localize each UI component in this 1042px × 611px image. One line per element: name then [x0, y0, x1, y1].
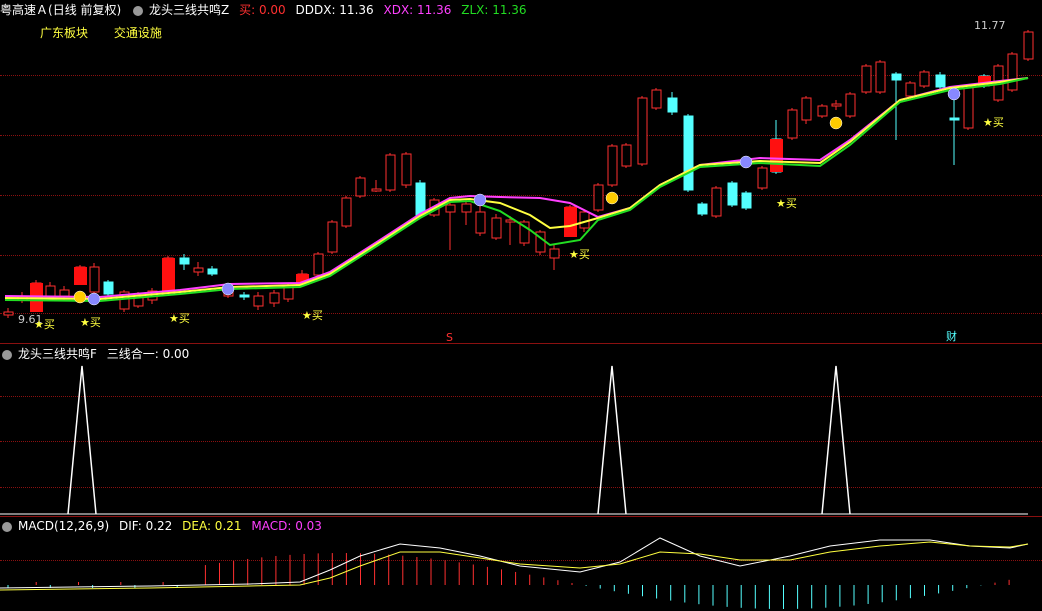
candle-body: [801, 97, 812, 121]
face-icon: [87, 292, 101, 306]
candle-body: [341, 197, 352, 227]
candle-body: [637, 97, 648, 165]
candle-body: [385, 154, 396, 191]
candle-body: [179, 257, 190, 265]
candle-body: [355, 177, 366, 197]
buy-signal: ★买: [776, 197, 797, 210]
candle-body: [1007, 53, 1018, 91]
high-price-label: 11.77: [974, 19, 1006, 32]
face-icon: [73, 290, 87, 304]
chart-canvas[interactable]: [0, 0, 1042, 611]
candle-body: [875, 61, 886, 93]
candle-body: [593, 184, 604, 211]
candle-body: [401, 153, 412, 186]
signal-candle: [770, 139, 783, 172]
s-marker[interactable]: S: [446, 331, 453, 345]
candle-body: [1023, 31, 1034, 60]
candle-body: [207, 268, 218, 275]
candle-body: [327, 221, 338, 253]
candle-body: [239, 294, 250, 298]
dddx-line: [4, 77, 1029, 299]
candle-body: [963, 85, 974, 129]
xdx-line: [4, 77, 1029, 301]
candle-body: [45, 285, 56, 297]
candle-body: [845, 93, 856, 117]
cai-marker[interactable]: 财: [946, 330, 957, 344]
candle-body: [757, 167, 768, 189]
face-icon: [221, 282, 235, 296]
dea-line: [0, 541, 1029, 591]
candle-body: [549, 248, 560, 259]
candle-body: [103, 281, 114, 295]
buy-signal: ★买: [169, 312, 190, 325]
candle-body: [905, 82, 916, 97]
signal-spike: [821, 365, 851, 515]
buy-signal: ★买: [80, 316, 101, 329]
buy-signal: ★买: [34, 318, 55, 331]
candle-body: [445, 204, 456, 213]
zlx-line: [4, 77, 1029, 303]
candle-body: [711, 187, 722, 217]
candle-body: [253, 295, 264, 307]
candle-body: [89, 266, 100, 293]
candle-body: [787, 109, 798, 139]
candle-body: [193, 267, 204, 273]
candle-body: [475, 211, 486, 234]
face-icon: [829, 116, 843, 130]
signal-spike: [597, 365, 627, 515]
candle-body: [651, 89, 662, 109]
face-icon: [473, 193, 487, 207]
candle-body: [3, 311, 14, 316]
candle-body: [269, 292, 280, 304]
candle-body: [727, 182, 738, 206]
buy-signal: ★买: [569, 248, 590, 261]
candle-body: [697, 203, 708, 215]
candle-body: [371, 188, 382, 192]
candle-body: [683, 115, 694, 191]
candle-body: [741, 192, 752, 209]
candle-body: [621, 144, 632, 167]
face-icon: [739, 155, 753, 169]
candle-body: [831, 103, 842, 107]
candle-body: [919, 71, 930, 87]
candle-body: [935, 74, 946, 88]
buy-signal: ★买: [302, 309, 323, 322]
signal-candle: [162, 258, 175, 292]
signal-candle: [564, 207, 577, 237]
candle-body: [415, 182, 426, 216]
face-icon: [605, 191, 619, 205]
candle-body: [59, 289, 70, 297]
candle-body: [667, 97, 678, 113]
signal-spike: [67, 365, 97, 515]
candle-body: [861, 65, 872, 93]
signal-candle: [74, 267, 87, 285]
candle-body: [313, 253, 324, 276]
candle-body: [491, 217, 502, 239]
candle-body: [607, 145, 618, 186]
buy-signal: ★买: [983, 116, 1004, 129]
candle-body: [817, 105, 828, 117]
candle-body: [891, 73, 902, 81]
face-icon: [947, 87, 961, 101]
candle-body: [461, 203, 472, 213]
candle-body: [949, 117, 960, 121]
